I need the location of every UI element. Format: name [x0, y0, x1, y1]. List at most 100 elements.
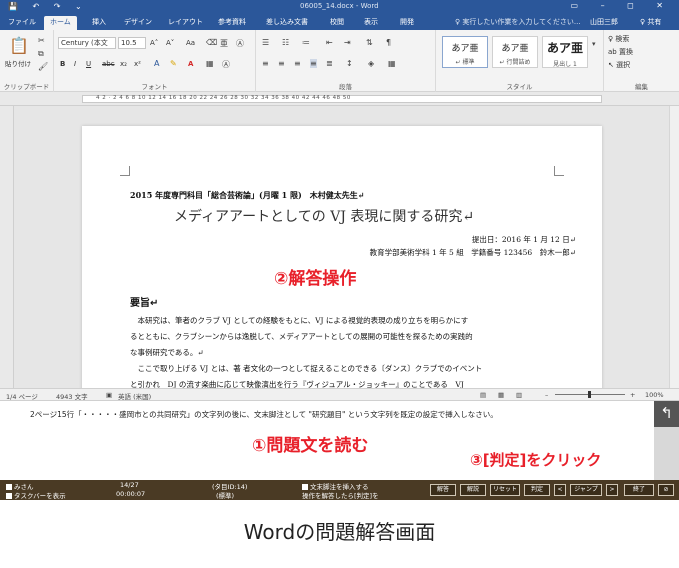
ribbon: 📋 貼り付け ✂ ⧉ 🖌 クリップボード Century (本文 10.5 A˄… — [0, 30, 679, 92]
replace-button[interactable]: ab 置換 — [608, 47, 633, 57]
read-mode-icon[interactable]: ▤ — [480, 391, 486, 399]
doc-title[interactable]: メディアアートとしての VJ 表現に関する研究↵ — [174, 206, 474, 226]
select-button[interactable]: ↖ 選択 — [608, 60, 630, 70]
style-heading-1[interactable]: あア亜 見出し 1 — [542, 36, 588, 68]
print-layout-icon[interactable]: ▦ — [498, 391, 504, 399]
tab-layout[interactable]: レイアウト — [162, 16, 209, 30]
tab-review[interactable]: 校閲 — [324, 16, 350, 30]
clear-format-icon[interactable]: ⌫ — [206, 38, 217, 47]
horizontal-ruler[interactable]: 4 2 · 2 4 6 8 10 12 14 16 18 20 22 24 26… — [0, 92, 679, 106]
finish-button[interactable]: 終了 — [624, 484, 654, 496]
paste-icon[interactable]: 📋 — [9, 36, 29, 55]
share-button[interactable]: ♀ 共有 — [640, 17, 661, 27]
editing-group-label: 編集 — [635, 83, 648, 91]
phonetic-guide-icon[interactable]: 亜 — [220, 38, 228, 49]
cut-icon[interactable]: ✂ — [38, 36, 45, 45]
tell-me-search[interactable]: ♀ 実行したい作業を入力してください... — [455, 17, 581, 27]
doc-paragraph-line[interactable]: るとともに、クラブシーンからは逸脱して、メディアアートとしての展開の可能性を探る… — [130, 331, 473, 342]
change-case-button[interactable]: Aa — [186, 39, 195, 47]
highlight-icon[interactable]: ✎ — [170, 59, 177, 68]
spell-check-icon[interactable]: ▣ — [106, 391, 112, 399]
tab-design[interactable]: デザイン — [118, 16, 158, 30]
shading-icon[interactable]: ◈ — [368, 59, 374, 68]
zoom-in-icon[interactable]: + — [630, 391, 635, 399]
paste-button[interactable]: 貼り付け — [5, 58, 31, 68]
sort-icon[interactable]: ⇅ — [366, 38, 373, 47]
doc-subject-line[interactable]: 2015 年度専門科目「総合芸術論」(月曜 1 限) 木村健太先生↵ — [130, 190, 364, 201]
text-effects-icon[interactable]: A — [154, 59, 159, 68]
explain-button[interactable]: 解説 — [460, 484, 486, 496]
align-center-icon[interactable]: ≡ — [278, 59, 285, 68]
answer-button[interactable]: 解答 — [430, 484, 456, 496]
copy-icon[interactable]: ⧉ — [38, 49, 44, 59]
style-no-spacing[interactable]: あア亜 ↵ 行間詰め — [492, 36, 538, 68]
tab-view[interactable]: 表示 — [358, 16, 384, 30]
show-marks-icon[interactable]: ¶ — [386, 38, 391, 47]
align-right-icon[interactable]: ≡ — [294, 59, 301, 68]
web-layout-icon[interactable]: ▥ — [516, 391, 522, 399]
doc-paragraph-line[interactable]: 本研究は、筆者のクラブ VJ としての経験をもとに、VJ による視覚的表現の成り… — [130, 315, 468, 326]
doc-paragraph-line[interactable]: な事例研究である。↵ — [130, 347, 204, 358]
subscript-button[interactable]: x₂ — [120, 60, 127, 68]
zoom-slider-thumb[interactable] — [588, 391, 591, 398]
bold-button[interactable]: B — [60, 60, 65, 68]
strikethrough-button[interactable]: abc — [102, 60, 115, 68]
check-option-2[interactable]: タスクバーを表示 — [6, 490, 66, 500]
zoom-out-icon[interactable]: – — [545, 391, 548, 399]
doc-paragraph-line[interactable]: ここで取り上げる VJ とは、著 者文化の一つとして捉えることのできる〔ダンス〕… — [130, 363, 482, 374]
tab-home[interactable]: ホーム — [44, 16, 77, 30]
line-spacing-icon[interactable]: ↕ — [346, 59, 353, 68]
prev-button[interactable]: < — [554, 484, 566, 496]
char-border-icon[interactable]: Ⓐ — [222, 59, 230, 70]
tab-developer[interactable]: 開発 — [394, 16, 420, 30]
ruler-numbers: 4 2 · 2 4 6 8 10 12 14 16 18 20 22 24 26… — [96, 95, 351, 101]
window-controls[interactable]: ▭ – ◻ ✕ — [570, 1, 673, 10]
font-color-button[interactable]: A — [188, 60, 193, 68]
zoom-level[interactable]: 100% — [645, 391, 664, 399]
doc-date-line[interactable]: 提出日：2016 年 1 月 12 日↵ — [472, 234, 576, 245]
tab-mailings[interactable]: 差し込み文書 — [260, 16, 314, 30]
vertical-scrollbar[interactable] — [669, 106, 679, 388]
question-scrollbar[interactable]: ↰ — [654, 401, 679, 481]
task-note: 操作を解答したら[判定]を — [302, 492, 379, 500]
judge-button[interactable]: 判定 — [524, 484, 550, 496]
increase-indent-icon[interactable]: ⇥ — [344, 38, 351, 47]
borders-icon[interactable]: ▦ — [388, 59, 396, 68]
font-size-select[interactable]: 10.5 — [118, 37, 146, 49]
doc-abstract-heading[interactable]: 要旨↵ — [130, 294, 158, 309]
restore-window-button[interactable]: ⊘ — [658, 484, 674, 496]
vertical-ruler[interactable] — [0, 106, 14, 388]
checkbox-icon[interactable] — [6, 493, 12, 499]
decrease-indent-icon[interactable]: ⇤ — [326, 38, 333, 47]
font-name-select[interactable]: Century (本文 — [58, 37, 116, 49]
enclose-char-icon[interactable]: Ⓐ — [236, 38, 244, 49]
jump-button[interactable]: ジャンプ — [570, 484, 602, 496]
numbering-icon[interactable]: ☷ — [282, 38, 289, 47]
superscript-button[interactable]: x² — [134, 60, 141, 68]
style-normal[interactable]: あア亜 ↵ 標準 — [442, 36, 488, 68]
multilevel-list-icon[interactable]: ≔ — [302, 38, 310, 47]
return-arrow-icon[interactable]: ↰ — [654, 401, 679, 427]
tab-insert[interactable]: 挿入 — [86, 16, 112, 30]
bullets-icon[interactable]: ☰ — [262, 38, 269, 47]
italic-button[interactable]: I — [74, 60, 76, 68]
tab-references[interactable]: 参考資料 — [212, 16, 252, 30]
quick-access-toolbar[interactable]: 💾 ↶ ↷ ⌄ — [8, 2, 88, 11]
doc-author-line[interactable]: 教育学部美術学科 1 年 5 組 学籍番号 123456 鈴木一郎↵ — [370, 247, 576, 258]
user-name[interactable]: 山田三郎 — [590, 17, 618, 27]
reset-button[interactable]: リセット — [490, 484, 520, 496]
next-button[interactable]: > — [606, 484, 618, 496]
distribute-icon[interactable]: ≣ — [326, 59, 333, 68]
styles-gallery-more-icon[interactable]: ▾ — [592, 40, 596, 48]
format-painter-icon[interactable]: 🖌 — [38, 62, 48, 71]
justify-icon[interactable]: ≡ — [310, 59, 317, 68]
underline-button[interactable]: U — [86, 60, 91, 68]
shrink-font-button[interactable]: A˅ — [166, 39, 174, 47]
char-shading-icon[interactable]: ▦ — [206, 59, 214, 68]
doc-paragraph-line[interactable]: と引かれ DJ の流す楽曲に応じて映像演出を行う『ヴィジュアル・ジョッキー』のこ… — [130, 379, 464, 388]
document-page[interactable]: 2015 年度専門科目「総合芸術論」(月曜 1 限) 木村健太先生↵ メディアア… — [82, 126, 602, 388]
tab-file[interactable]: ファイル — [2, 16, 42, 30]
grow-font-button[interactable]: A˄ — [150, 39, 158, 47]
align-left-icon[interactable]: ≡ — [262, 59, 269, 68]
find-button[interactable]: ♀ 検索 — [608, 34, 629, 44]
